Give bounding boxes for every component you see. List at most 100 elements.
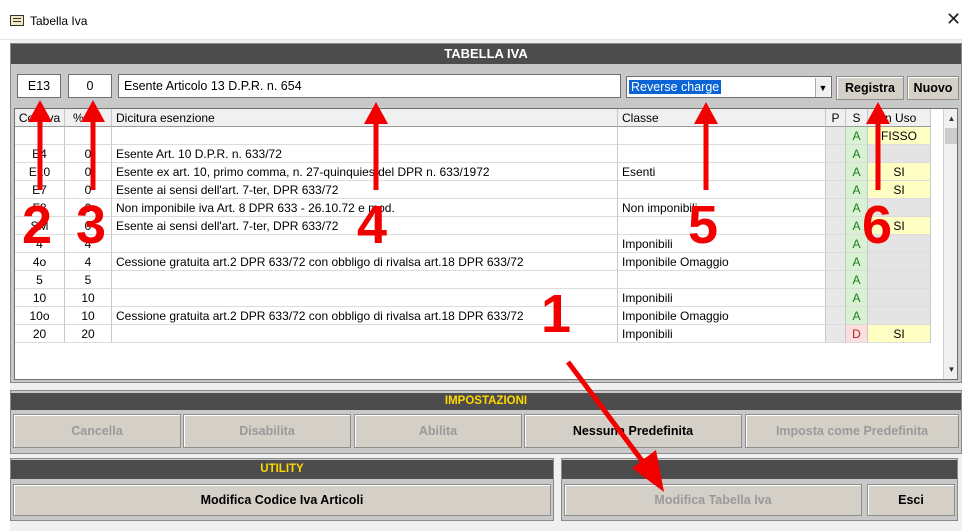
nuovo-button[interactable]: Nuovo: [907, 76, 959, 100]
cell-classe[interactable]: [618, 271, 826, 289]
cell-dicitura[interactable]: [112, 127, 618, 145]
disabilita-button[interactable]: Disabilita: [183, 414, 351, 448]
cell-dicitura[interactable]: [112, 235, 618, 253]
cell-percent-iva[interactable]: 10: [65, 289, 112, 307]
cell-dicitura[interactable]: Cessione gratuita art.2 DPR 633/72 con o…: [112, 307, 618, 325]
esci-button[interactable]: Esci: [867, 484, 955, 516]
cell-p[interactable]: [826, 163, 846, 181]
code-field[interactable]: E13: [17, 74, 61, 98]
cell-classe[interactable]: Imponibili: [618, 289, 826, 307]
scroll-up-icon[interactable]: ▲: [944, 111, 957, 126]
cell-in-uso[interactable]: SI: [868, 217, 931, 235]
col-header-p[interactable]: P: [826, 109, 846, 127]
cell-dicitura[interactable]: [112, 289, 618, 307]
cell-classe[interactable]: Imponibili: [618, 235, 826, 253]
chevron-down-icon[interactable]: ▼: [815, 78, 830, 97]
cell-p[interactable]: [826, 289, 846, 307]
table-row[interactable]: E4 0 Esente Art. 10 D.P.R. n. 633/72 A: [15, 145, 943, 163]
cell-cod-iva[interactable]: 5: [15, 271, 65, 289]
cell-dicitura[interactable]: Non imponibile iva Art. 8 DPR 633 - 26.1…: [112, 199, 618, 217]
table-row[interactable]: 4o 4 Cessione gratuita art.2 DPR 633/72 co…: [15, 253, 943, 271]
class-select[interactable]: Reverse charge ▼: [626, 76, 832, 98]
cell-classe[interactable]: Imponibile Omaggio: [618, 253, 826, 271]
cell-cod-iva[interactable]: 10o: [15, 307, 65, 325]
cell-in-uso[interactable]: SI: [868, 325, 931, 343]
cell-s[interactable]: A: [846, 199, 868, 217]
cell-in-uso[interactable]: [868, 199, 931, 217]
col-header-cod-iva[interactable]: Cod.Iva: [15, 109, 65, 127]
cell-dicitura[interactable]: [112, 271, 618, 289]
cell-percent-iva[interactable]: 0: [65, 199, 112, 217]
nessuna-predefinita-button[interactable]: Nessuna Predefinita: [524, 414, 742, 448]
cell-cod-iva[interactable]: E10: [15, 163, 65, 181]
cell-dicitura[interactable]: Esente ex art. 10, primo comma, n. 27-qu…: [112, 163, 618, 181]
cell-s[interactable]: A: [846, 253, 868, 271]
cell-p[interactable]: [826, 127, 846, 145]
cell-percent-iva[interactable]: 20: [65, 325, 112, 343]
cell-percent-iva[interactable]: 4: [65, 235, 112, 253]
cell-in-uso[interactable]: [868, 289, 931, 307]
table-row[interactable]: F8 0 Non imponibile iva Art. 8 DPR 633 - 2…: [15, 199, 943, 217]
table-row[interactable]: E7 0 Esente ai sensi dell'art. 7-ter, DPR …: [15, 181, 943, 199]
table-row[interactable]: 10o 10 Cessione gratuita art.2 DPR 633/72 …: [15, 307, 943, 325]
description-field[interactable]: Esente Articolo 13 D.P.R. n. 654: [118, 74, 621, 98]
cancella-button[interactable]: Cancella: [13, 414, 181, 448]
table-row[interactable]: SM 0 Esente ai sensi dell'art. 7-ter, DPR …: [15, 217, 943, 235]
cell-in-uso[interactable]: [868, 307, 931, 325]
cell-classe[interactable]: [618, 181, 826, 199]
cell-percent-iva[interactable]: 0: [65, 145, 112, 163]
cell-in-uso[interactable]: SI: [868, 163, 931, 181]
cell-cod-iva[interactable]: E4: [15, 145, 65, 163]
cell-s[interactable]: D: [846, 325, 868, 343]
modifica-tabella-iva-button[interactable]: Modifica Tabella Iva: [564, 484, 862, 516]
cell-p[interactable]: [826, 325, 846, 343]
cell-classe[interactable]: Non imponibili: [618, 199, 826, 217]
cell-in-uso[interactable]: [868, 253, 931, 271]
cell-s[interactable]: A: [846, 235, 868, 253]
abilita-button[interactable]: Abilita: [354, 414, 522, 448]
table-scrollbar[interactable]: ▲ ▼: [943, 109, 957, 379]
cell-p[interactable]: [826, 145, 846, 163]
cell-p[interactable]: [826, 235, 846, 253]
cell-in-uso[interactable]: SI: [868, 181, 931, 199]
cell-s[interactable]: A: [846, 217, 868, 235]
cell-dicitura[interactable]: Esente ai sensi dell'art. 7-ter, DPR 633…: [112, 217, 618, 235]
percent-field[interactable]: 0: [68, 74, 112, 98]
cell-percent-iva[interactable]: 0: [65, 163, 112, 181]
cell-classe[interactable]: [618, 145, 826, 163]
cell-s[interactable]: A: [846, 145, 868, 163]
cell-p[interactable]: [826, 307, 846, 325]
table-row[interactable]: 10 10 Imponibili A: [15, 289, 943, 307]
cell-percent-iva[interactable]: 4: [65, 253, 112, 271]
cell-cod-iva[interactable]: 10: [15, 289, 65, 307]
cell-cod-iva[interactable]: E7: [15, 181, 65, 199]
cell-s[interactable]: A: [846, 127, 868, 145]
cell-percent-iva[interactable]: 5: [65, 271, 112, 289]
cell-s[interactable]: A: [846, 307, 868, 325]
cell-s[interactable]: A: [846, 271, 868, 289]
cell-percent-iva[interactable]: [65, 127, 112, 145]
cell-dicitura[interactable]: Esente ai sensi dell'art. 7-ter, DPR 633…: [112, 181, 618, 199]
cell-percent-iva[interactable]: 0: [65, 181, 112, 199]
cell-classe[interactable]: Esenti: [618, 163, 826, 181]
table-row[interactable]: 55 A: [15, 271, 943, 289]
table-row[interactable]: 20 20 Imponibili D SI: [15, 325, 943, 343]
cell-s[interactable]: A: [846, 289, 868, 307]
modifica-codice-iva-articoli-button[interactable]: Modifica Codice Iva Articoli: [13, 484, 551, 516]
close-icon[interactable]: ✕: [946, 9, 961, 30]
cell-dicitura[interactable]: Cessione gratuita art.2 DPR 633/72 con o…: [112, 253, 618, 271]
table-row[interactable]: E10 0 Esente ex art. 10, primo comma, n. 2…: [15, 163, 943, 181]
cell-s[interactable]: A: [846, 163, 868, 181]
cell-p[interactable]: [826, 271, 846, 289]
cell-classe[interactable]: [618, 217, 826, 235]
cell-p[interactable]: [826, 199, 846, 217]
table-row[interactable]: A FISSO: [15, 127, 943, 145]
cell-percent-iva[interactable]: 0: [65, 217, 112, 235]
col-header-s[interactable]: S: [846, 109, 868, 127]
scroll-thumb[interactable]: [945, 128, 957, 144]
cell-dicitura[interactable]: [112, 325, 618, 343]
scroll-down-icon[interactable]: ▼: [944, 362, 957, 377]
cell-classe[interactable]: Imponibile Omaggio: [618, 307, 826, 325]
cell-percent-iva[interactable]: 10: [65, 307, 112, 325]
cell-cod-iva[interactable]: 4o: [15, 253, 65, 271]
